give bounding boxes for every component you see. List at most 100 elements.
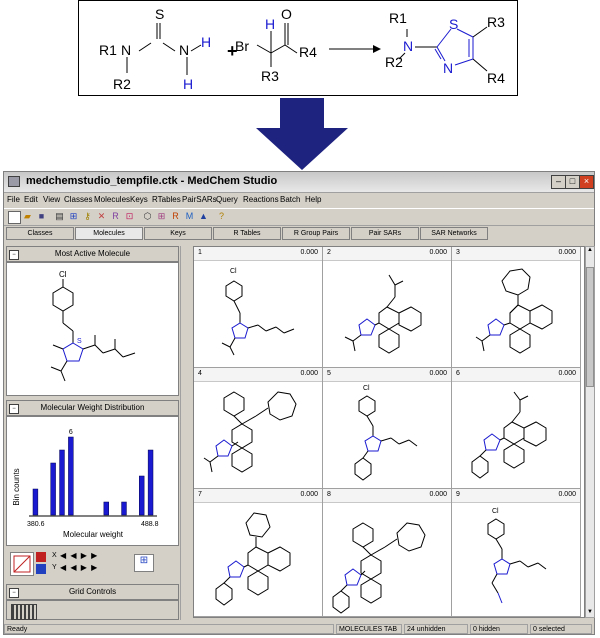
histogram-chart: Bin counts 380.6 488.8 Molecular weight … bbox=[12, 429, 159, 539]
tab-keys[interactable]: Keys bbox=[144, 227, 212, 240]
distribution-panel: Bin counts 380.6 488.8 Molecular weight … bbox=[6, 416, 179, 546]
tab-rtables[interactable]: R Tables bbox=[213, 227, 281, 240]
window-title: medchemstudio_tempfile.ctk - MedChem Stu… bbox=[26, 175, 278, 187]
collapse-icon[interactable]: − bbox=[9, 404, 19, 414]
menu-bar: File Edit View Classes Molecules Keys RT… bbox=[4, 193, 594, 207]
molecule-cell[interactable]: 2 0.000 bbox=[323, 247, 452, 368]
tab-classes[interactable]: Classes bbox=[6, 227, 74, 240]
rp-icon[interactable]: R bbox=[170, 211, 181, 222]
help-icon[interactable]: ? bbox=[216, 211, 227, 222]
menu-molecules[interactable]: Molecules bbox=[94, 195, 130, 204]
scroll-thumb[interactable] bbox=[586, 267, 594, 387]
rgroup-icon[interactable]: ⊡ bbox=[124, 211, 135, 222]
menu-classes[interactable]: Classes bbox=[64, 195, 92, 204]
svg-text:Cl: Cl bbox=[363, 385, 370, 392]
y-nav-buttons[interactable]: ◀ ◀ ▶ ▶ bbox=[60, 563, 98, 572]
bromo-h-label: H bbox=[265, 16, 275, 32]
reaction-scheme: S R1 N N H H R2 + Br H O R3 R4 R1 N S R3… bbox=[78, 0, 518, 96]
chart-controls: X Y ◀ ◀ ▶ ▶ ◀ ◀ ▶ ▶ ⊞ bbox=[6, 548, 179, 578]
cell-activity: 0.000 bbox=[429, 249, 447, 256]
cell-index: 2 bbox=[327, 249, 331, 256]
molecule-cell[interactable]: 1 0.000 Cl bbox=[194, 247, 323, 368]
tab-molecules[interactable]: Molecules bbox=[75, 227, 143, 240]
menu-help[interactable]: Help bbox=[305, 195, 321, 204]
tab-sar-networks[interactable]: SAR Networks bbox=[420, 227, 488, 240]
print-icon[interactable]: ▤ bbox=[54, 211, 65, 222]
molecule-cell[interactable]: 8 0.000 bbox=[323, 489, 452, 617]
x-axis-label: Molecular weight bbox=[63, 530, 124, 539]
open-folder-icon[interactable]: ▰ bbox=[22, 211, 33, 222]
structure-icon[interactable]: ⬡ bbox=[142, 211, 153, 222]
color-blue-icon[interactable] bbox=[36, 564, 46, 574]
cl-label: Cl bbox=[59, 270, 67, 279]
histogram-bar bbox=[103, 501, 109, 516]
thiourea-r2-label: R2 bbox=[113, 76, 131, 92]
mo-icon[interactable]: M bbox=[184, 211, 195, 222]
rtable-icon[interactable]: R bbox=[110, 211, 121, 222]
menu-view[interactable]: View bbox=[43, 195, 60, 204]
most-active-structure: Cl S bbox=[50, 270, 136, 382]
scroll-down-icon[interactable]: ▼ bbox=[586, 609, 594, 617]
x-nav-buttons[interactable]: ◀ ◀ ▶ ▶ bbox=[60, 551, 98, 560]
menu-keys[interactable]: Keys bbox=[130, 195, 148, 204]
molecule-cell[interactable]: 3 0.000 bbox=[452, 247, 581, 368]
left-panel-scrollbar[interactable] bbox=[180, 246, 189, 620]
collapse-icon[interactable]: − bbox=[9, 588, 19, 598]
scroll-up-icon[interactable]: ▲ bbox=[586, 247, 594, 255]
thiourea-r1-label: R1 bbox=[99, 42, 117, 58]
menu-reactions[interactable]: Reactions bbox=[243, 195, 279, 204]
product-n-label: N bbox=[403, 38, 413, 54]
tab-rgroup-pairs[interactable]: R Group Pairs bbox=[282, 227, 350, 240]
tab-pair-sars[interactable]: Pair SARs bbox=[351, 227, 419, 240]
close-button[interactable]: × bbox=[579, 175, 594, 189]
save-icon[interactable]: ■ bbox=[36, 211, 47, 222]
pair-icon[interactable]: ✕ bbox=[96, 211, 107, 222]
menu-rtables[interactable]: RTables bbox=[152, 195, 181, 204]
menu-batch[interactable]: Batch bbox=[280, 195, 300, 204]
thiourea-n2-label: N bbox=[179, 42, 189, 58]
product-r2-label: R2 bbox=[385, 54, 403, 70]
chart-type-icon[interactable] bbox=[10, 552, 34, 576]
histogram-bar bbox=[50, 462, 56, 516]
molecule-structure: Cl bbox=[487, 508, 547, 604]
minimize-button[interactable]: – bbox=[551, 175, 566, 189]
molecule-cell[interactable]: 7 0.000 bbox=[194, 489, 323, 617]
molecule-cell[interactable]: 9 0.000 Cl bbox=[452, 489, 581, 617]
br-label: Br bbox=[235, 38, 249, 54]
maximize-button[interactable]: □ bbox=[565, 175, 580, 189]
tree-icon[interactable]: ⊞ bbox=[68, 211, 79, 222]
new-file-icon[interactable] bbox=[8, 211, 21, 224]
distribution-header: − Molecular Weight Distribution bbox=[6, 400, 179, 416]
molecule-cell[interactable]: 5 0.000 Cl bbox=[323, 368, 452, 489]
product-ring-n-label: N bbox=[443, 60, 453, 76]
cell-activity: 0.000 bbox=[558, 370, 576, 377]
color-red-icon[interactable] bbox=[36, 552, 46, 562]
title-bar: medchemstudio_tempfile.ctk - MedChem Stu… bbox=[4, 172, 594, 193]
ring-s-label: S bbox=[77, 338, 82, 345]
menu-edit[interactable]: Edit bbox=[24, 195, 38, 204]
cell-index: 8 bbox=[327, 491, 331, 498]
molecule-cell[interactable]: 4 0.000 bbox=[194, 368, 323, 489]
product-r4-label: R4 bbox=[487, 70, 505, 86]
cell-activity: 0.000 bbox=[300, 370, 318, 377]
key-icon[interactable]: ⚷ bbox=[82, 211, 93, 222]
collapse-icon[interactable]: − bbox=[9, 250, 19, 260]
histogram-bar bbox=[121, 501, 127, 516]
grid-layout-icon[interactable] bbox=[11, 604, 37, 620]
thiourea-n1-label: N bbox=[121, 42, 131, 58]
cell-activity: 0.000 bbox=[558, 491, 576, 498]
histogram-bar bbox=[139, 475, 145, 516]
sar-icon[interactable]: ⊞ bbox=[156, 211, 167, 222]
status-bar: Ready MOLECULES TAB 24 unhidden 0 hidden… bbox=[4, 623, 594, 635]
cell-index: 7 bbox=[198, 491, 202, 498]
menu-query[interactable]: Query bbox=[216, 195, 238, 204]
cell-activity: 0.000 bbox=[429, 370, 447, 377]
molecule-cell[interactable]: 6 0.000 bbox=[452, 368, 581, 489]
grid-scrollbar[interactable]: ▲ ▼ bbox=[585, 246, 595, 618]
grid-icon[interactable]: ⊞ bbox=[134, 554, 154, 572]
menu-pairsars[interactable]: PairSARs bbox=[182, 195, 217, 204]
toolbar: ▰ ■ ▤ ⊞ ⚷ ✕ R ⊡ ⬡ ⊞ R M ▲ ? bbox=[4, 208, 594, 226]
flask-icon[interactable]: ▲ bbox=[198, 211, 209, 222]
most-active-panel: Cl S bbox=[6, 262, 179, 396]
menu-file[interactable]: File bbox=[7, 195, 20, 204]
